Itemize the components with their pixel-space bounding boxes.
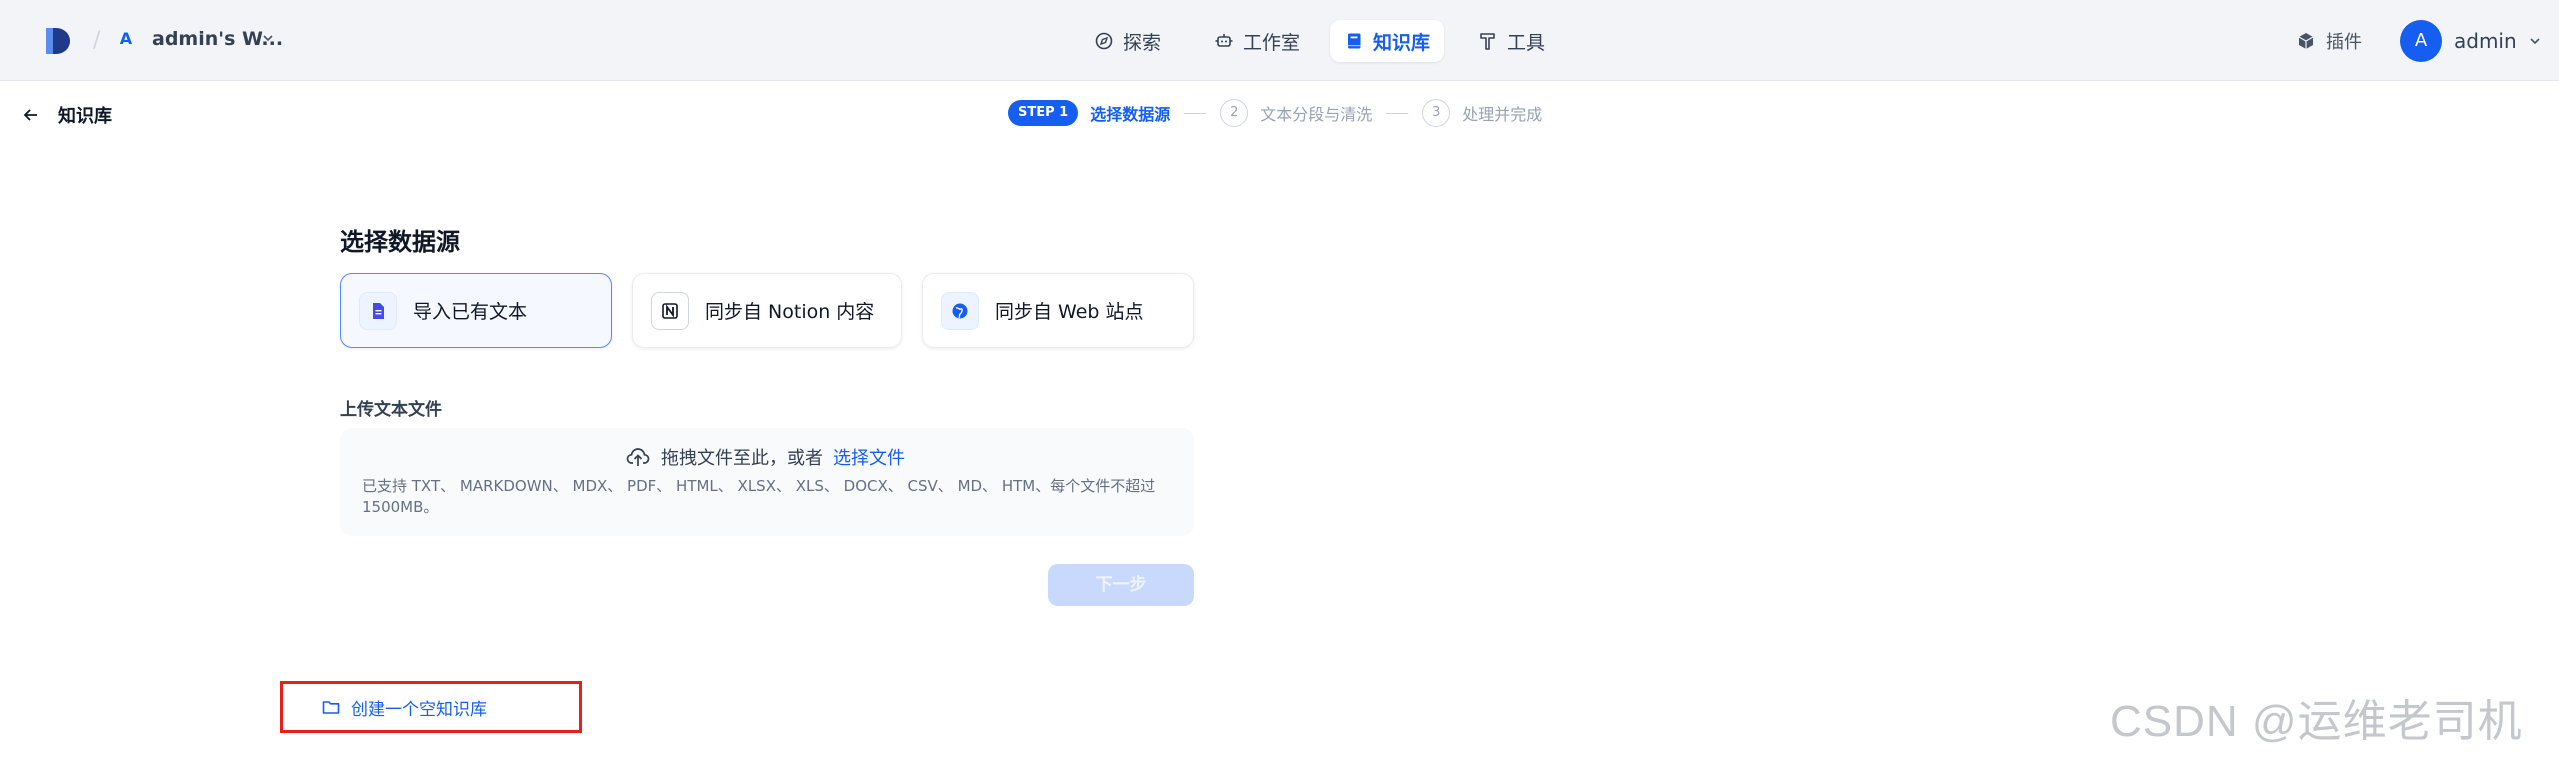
dropzone-prompt: 拖拽文件至此，或者 选择文件 [625,444,905,470]
page-title: 选择数据源 [340,228,460,256]
book-icon [1348,33,1361,49]
upload-section-title: 上传文本文件 [340,400,442,420]
select-file-link[interactable]: 选择文件 [833,444,905,470]
avatar: A [2400,20,2442,62]
compass-icon [1095,32,1113,50]
user-menu[interactable]: A admin [2400,20,2541,62]
source-web[interactable]: 同步自 Web 站点 [922,273,1194,348]
nav-tools[interactable]: 工具 [1464,20,1559,62]
step3-number: 3 [1422,99,1451,127]
breadcrumb-separator: / [93,28,101,53]
source-notion[interactable]: 同步自 Notion 内容 [632,273,902,348]
source-import-text-label: 导入已有文本 [413,301,528,323]
nav-explore[interactable]: 探索 [1080,20,1175,62]
hammer-icon [1480,33,1495,50]
step2-number: 2 [1220,99,1249,127]
step3-label: 处理并完成 [1462,105,1543,124]
app-logo[interactable] [44,26,72,56]
chevron-down-icon[interactable] [262,32,274,44]
step-divider [1184,112,1207,114]
plugins-label: 插件 [2326,32,2362,53]
file-dropzone[interactable]: 拖拽文件至此，或者 选择文件 已支持 TXT、 MARKDOWN、 MDX、 P… [340,428,1194,536]
globe-icon [941,291,979,330]
step2-label: 文本分段与清洗 [1260,105,1373,124]
top-navbar: / A admin's W... 探索 工作室 知识库 工具 插件 A admi… [0,0,2559,81]
cloud-upload-icon [626,448,650,466]
dropzone-text: 拖拽文件至此，或者 [661,448,823,469]
create-empty-knowledge-button[interactable]: 创建一个空知识库 [280,681,582,733]
nav-knowledge-label: 知识库 [1373,31,1431,54]
step-divider [1386,112,1409,114]
notion-icon [651,291,689,330]
nav-studio[interactable]: 工作室 [1200,20,1314,62]
back-to-knowledge-button[interactable]: 知识库 [22,102,112,128]
workspace-avatar: A [119,29,133,48]
source-import-text[interactable]: 导入已有文本 [340,273,612,348]
robot-icon [1215,34,1233,47]
user-name: admin [2454,29,2517,53]
watermark: CSDN @运维老司机 [2110,697,2523,746]
dropzone-hint: 已支持 TXT、 MARKDOWN、 MDX、 PDF、 HTML、 XLSX、… [362,477,1156,516]
nav-tools-label: 工具 [1507,31,1546,54]
folder-icon [322,701,340,714]
chevron-down-icon [2530,38,2540,45]
step-indicator: STEP 1 选择数据源 2 文本分段与清洗 3 处理并完成 [1008,99,1542,127]
cube-icon [2298,33,2314,49]
plugins-button[interactable]: 插件 [2296,28,2362,54]
create-empty-label: 创建一个空知识库 [351,699,487,720]
source-notion-label: 同步自 Notion 内容 [705,301,875,323]
step1-badge: STEP 1 [1008,100,1079,126]
nav-explore-label: 探索 [1123,31,1162,54]
nav-studio-label: 工作室 [1243,31,1301,54]
nav-knowledge[interactable]: 知识库 [1330,20,1445,62]
source-web-label: 同步自 Web 站点 [995,301,1144,323]
back-label: 知识库 [58,106,112,127]
file-text-icon [359,291,397,330]
app-root: / A admin's W... 探索 工作室 知识库 工具 插件 A admi… [0,0,2559,759]
next-button[interactable]: 下一步 [1048,564,1194,606]
arrow-left-icon [23,109,37,121]
step1-label: 选择数据源 [1090,105,1171,124]
